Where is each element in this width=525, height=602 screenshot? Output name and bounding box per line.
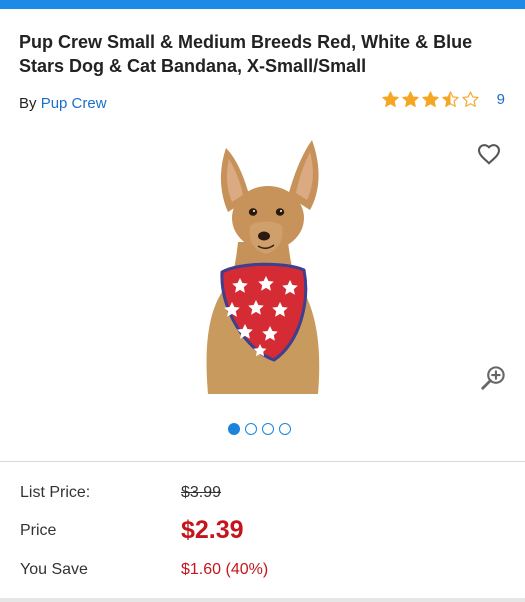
review-count-link[interactable]: 9 xyxy=(497,91,505,108)
you-save-value: $1.60 (40%) xyxy=(181,561,269,578)
list-price-label: List Price: xyxy=(20,484,91,501)
star-empty-icon xyxy=(462,91,479,107)
star-icon xyxy=(382,91,399,107)
list-price-value: $3.99 xyxy=(181,484,222,501)
you-save-row: You Save $1.60 (40%) xyxy=(20,561,500,585)
list-price-row: List Price: $3.99 xyxy=(20,484,500,508)
carousel-dot[interactable] xyxy=(279,423,291,435)
heart-outline-icon[interactable] xyxy=(476,141,502,167)
product-title: Pup Crew Small & Medium Breeds Red, Whit… xyxy=(19,32,473,76)
price-row: Price $2.39 xyxy=(20,516,500,546)
top-accent-bar xyxy=(0,0,525,9)
sale-price-value: $2.39 xyxy=(181,516,244,544)
price-label: Price xyxy=(20,522,57,539)
star-icon xyxy=(422,91,439,107)
product-image[interactable] xyxy=(200,132,325,394)
carousel-dot[interactable] xyxy=(262,423,274,435)
bottom-divider xyxy=(0,598,525,602)
carousel-dot[interactable] xyxy=(245,423,257,435)
brand-link[interactable]: Pup Crew xyxy=(41,95,107,112)
by-label: By xyxy=(19,95,37,112)
star-icon xyxy=(402,91,419,107)
byline: By Pup Crew xyxy=(19,95,107,112)
section-divider xyxy=(0,461,525,462)
rating[interactable]: 9 xyxy=(381,90,505,109)
you-save-label: You Save xyxy=(20,561,88,578)
carousel-dot[interactable] xyxy=(228,423,240,435)
star-half-icon xyxy=(442,91,459,107)
zoom-in-icon[interactable] xyxy=(479,364,507,392)
star-rating xyxy=(381,90,480,109)
carousel-dots xyxy=(228,423,291,435)
